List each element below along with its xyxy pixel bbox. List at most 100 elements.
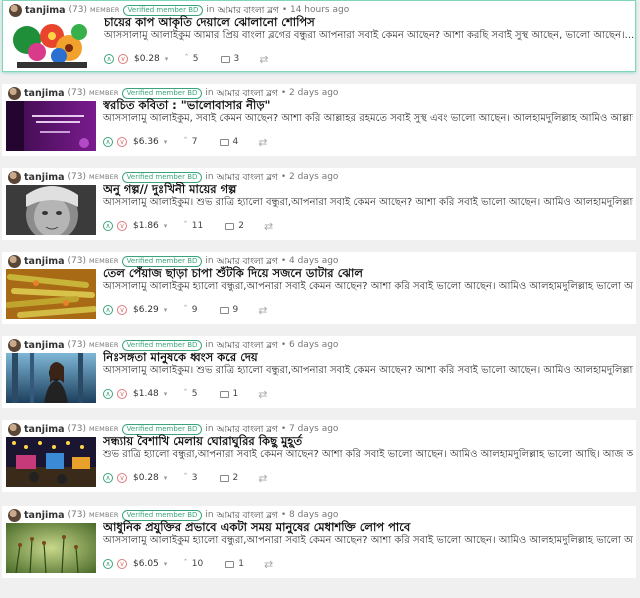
comment-icon[interactable] (219, 138, 229, 146)
post-excerpt[interactable]: আসসালামু আলাইকুম। শুভ রাত্রি হ্যালো বন্ধ… (103, 364, 633, 377)
avatar[interactable] (8, 338, 21, 352)
avatar[interactable] (8, 508, 21, 522)
comment-icon[interactable] (219, 390, 229, 398)
avatar[interactable] (8, 86, 21, 100)
vote-count[interactable]: 3 (192, 473, 198, 483)
vote-count[interactable]: 7 (192, 137, 198, 147)
vote-count[interactable]: 9 (192, 305, 198, 315)
vote-count[interactable]: 5 (192, 389, 198, 399)
author-link[interactable]: tanjima (24, 424, 65, 435)
comment-icon[interactable] (219, 474, 229, 482)
post-excerpt[interactable]: আসসালামু আলাইকুম। শুভ রাত্রি হ্যালো বন্ধ… (103, 196, 633, 209)
comment-count[interactable]: 1 (238, 559, 244, 569)
post-card[interactable]: tanjima (73) MEMBER Verified member BD i… (2, 336, 636, 408)
payout-dropdown-icon[interactable]: ▾ (164, 474, 168, 482)
comment-icon[interactable] (219, 306, 229, 314)
avatar[interactable] (8, 422, 21, 436)
post-thumbnail[interactable] (6, 101, 96, 151)
post-excerpt[interactable]: আসসালামু আলাইকুম আমার প্রিয় বাংলা ব্লগে… (104, 29, 634, 42)
post-thumbnail[interactable] (7, 18, 97, 68)
downvote-icon[interactable]: ∨ (117, 305, 127, 315)
votes-icon[interactable]: ˆ (183, 305, 188, 315)
payout-value[interactable]: $1.86 (133, 221, 159, 231)
comment-count[interactable]: 4 (233, 137, 239, 147)
author-link[interactable]: tanjima (24, 340, 65, 351)
upvote-icon[interactable]: ∧ (103, 559, 113, 569)
comment-icon[interactable] (220, 55, 230, 63)
post-card[interactable]: tanjima (73) MEMBER Verified member BD i… (2, 252, 636, 324)
upvote-icon[interactable]: ∧ (103, 221, 113, 231)
votes-icon[interactable]: ˆ (183, 137, 188, 147)
post-excerpt[interactable]: শুভ রাত্রি হ্যালো বন্ধুরা,আপনারা সবাই কে… (103, 448, 633, 461)
post-thumbnail[interactable] (6, 353, 96, 403)
downvote-icon[interactable]: ∨ (117, 137, 127, 147)
resteem-icon[interactable]: ⇄ (258, 388, 267, 401)
post-excerpt[interactable]: আসসালামু আলাইকুম, সবাই কেমন আছেন? আশা কর… (103, 112, 633, 125)
comment-count[interactable]: 9 (233, 305, 239, 315)
downvote-icon[interactable]: ∨ (117, 221, 127, 231)
post-thumbnail[interactable] (6, 269, 96, 319)
post-title[interactable]: চায়ের কাপ আকৃতি দেয়ালে ঝোলানো শোপিস (104, 15, 634, 30)
vote-count[interactable]: 10 (192, 559, 203, 569)
post-card[interactable]: tanjima (73) MEMBER Verified member BD i… (2, 506, 636, 578)
post-title[interactable]: স্বরচিত কবিতা : "ভালোবাসার নীড়" (103, 98, 633, 113)
comment-icon[interactable] (225, 560, 235, 568)
resteem-icon[interactable]: ⇄ (258, 472, 267, 485)
downvote-icon[interactable]: ∨ (117, 473, 127, 483)
downvote-icon[interactable]: ∨ (118, 54, 128, 64)
resteem-icon[interactable]: ⇄ (258, 136, 267, 149)
avatar[interactable] (8, 170, 21, 184)
payout-dropdown-icon[interactable]: ▾ (165, 55, 169, 63)
payout-value[interactable]: $0.28 (133, 473, 159, 483)
payout-value[interactable]: $6.29 (133, 305, 159, 315)
avatar[interactable] (9, 3, 22, 17)
votes-icon[interactable]: ˆ (183, 473, 188, 483)
author-link[interactable]: tanjima (24, 172, 65, 183)
post-thumbnail[interactable] (6, 185, 96, 235)
post-excerpt[interactable]: আসসালামু আলাইকুম হ্যালো বন্ধুরা,আপনারা স… (103, 534, 633, 547)
votes-icon[interactable]: ˆ (183, 221, 188, 231)
post-title[interactable]: আধুনিক প্রযুক্তির প্রভাবে একটা সময় মানু… (103, 520, 633, 535)
post-title[interactable]: তেল পেঁয়াজ ছাড়া চাপা শুঁটকি দিয়ে সজনে… (103, 266, 633, 281)
post-title[interactable]: নিঃসঙ্গতা মানুষকে ধ্বংস করে দেয় (103, 350, 633, 365)
vote-count[interactable]: 5 (193, 54, 199, 64)
payout-dropdown-icon[interactable]: ▾ (164, 390, 168, 398)
avatar[interactable] (8, 254, 21, 268)
comment-count[interactable]: 1 (233, 389, 239, 399)
upvote-icon[interactable]: ∧ (104, 54, 114, 64)
author-link[interactable]: tanjima (25, 5, 66, 16)
post-card[interactable]: tanjima (73) MEMBER Verified member BD i… (2, 168, 636, 240)
author-link[interactable]: tanjima (24, 88, 65, 99)
upvote-icon[interactable]: ∧ (103, 305, 113, 315)
upvote-icon[interactable]: ∧ (103, 473, 113, 483)
post-title[interactable]: সন্ধ্যায় বৈশাখি মেলায় ঘোরাঘুরির কিছু ম… (103, 434, 633, 449)
votes-icon[interactable]: ˆ (183, 559, 188, 569)
post-card[interactable]: tanjima (73) MEMBER Verified member BD i… (2, 84, 636, 156)
comment-count[interactable]: 3 (234, 54, 240, 64)
upvote-icon[interactable]: ∧ (103, 389, 113, 399)
payout-value[interactable]: $0.28 (134, 54, 160, 64)
payout-value[interactable]: $1.48 (133, 389, 159, 399)
post-title[interactable]: অনু গল্প// দুঃখিনী মায়ের গল্প (103, 182, 633, 197)
comment-count[interactable]: 2 (233, 473, 239, 483)
resteem-icon[interactable]: ⇄ (259, 53, 268, 66)
downvote-icon[interactable]: ∨ (117, 389, 127, 399)
upvote-icon[interactable]: ∧ (103, 137, 113, 147)
post-card[interactable]: tanjima (73) MEMBER Verified member BD i… (2, 0, 636, 72)
post-thumbnail[interactable] (6, 437, 96, 487)
resteem-icon[interactable]: ⇄ (264, 558, 273, 571)
post-thumbnail[interactable] (6, 523, 96, 573)
author-link[interactable]: tanjima (24, 510, 65, 521)
post-card[interactable]: tanjima (73) MEMBER Verified member BD i… (2, 420, 636, 492)
payout-dropdown-icon[interactable]: ▾ (164, 306, 168, 314)
votes-icon[interactable]: ˆ (183, 389, 188, 399)
post-excerpt[interactable]: আসসালামু আলাইকুম হ্যালো বন্ধুরা,আপনারা স… (103, 280, 633, 293)
comment-count[interactable]: 2 (238, 221, 244, 231)
resteem-icon[interactable]: ⇄ (264, 220, 273, 233)
votes-icon[interactable]: ˆ (184, 54, 189, 64)
payout-dropdown-icon[interactable]: ▾ (164, 138, 168, 146)
payout-value[interactable]: $6.05 (133, 559, 159, 569)
vote-count[interactable]: 11 (192, 221, 203, 231)
payout-dropdown-icon[interactable]: ▾ (164, 222, 168, 230)
payout-dropdown-icon[interactable]: ▾ (164, 560, 168, 568)
